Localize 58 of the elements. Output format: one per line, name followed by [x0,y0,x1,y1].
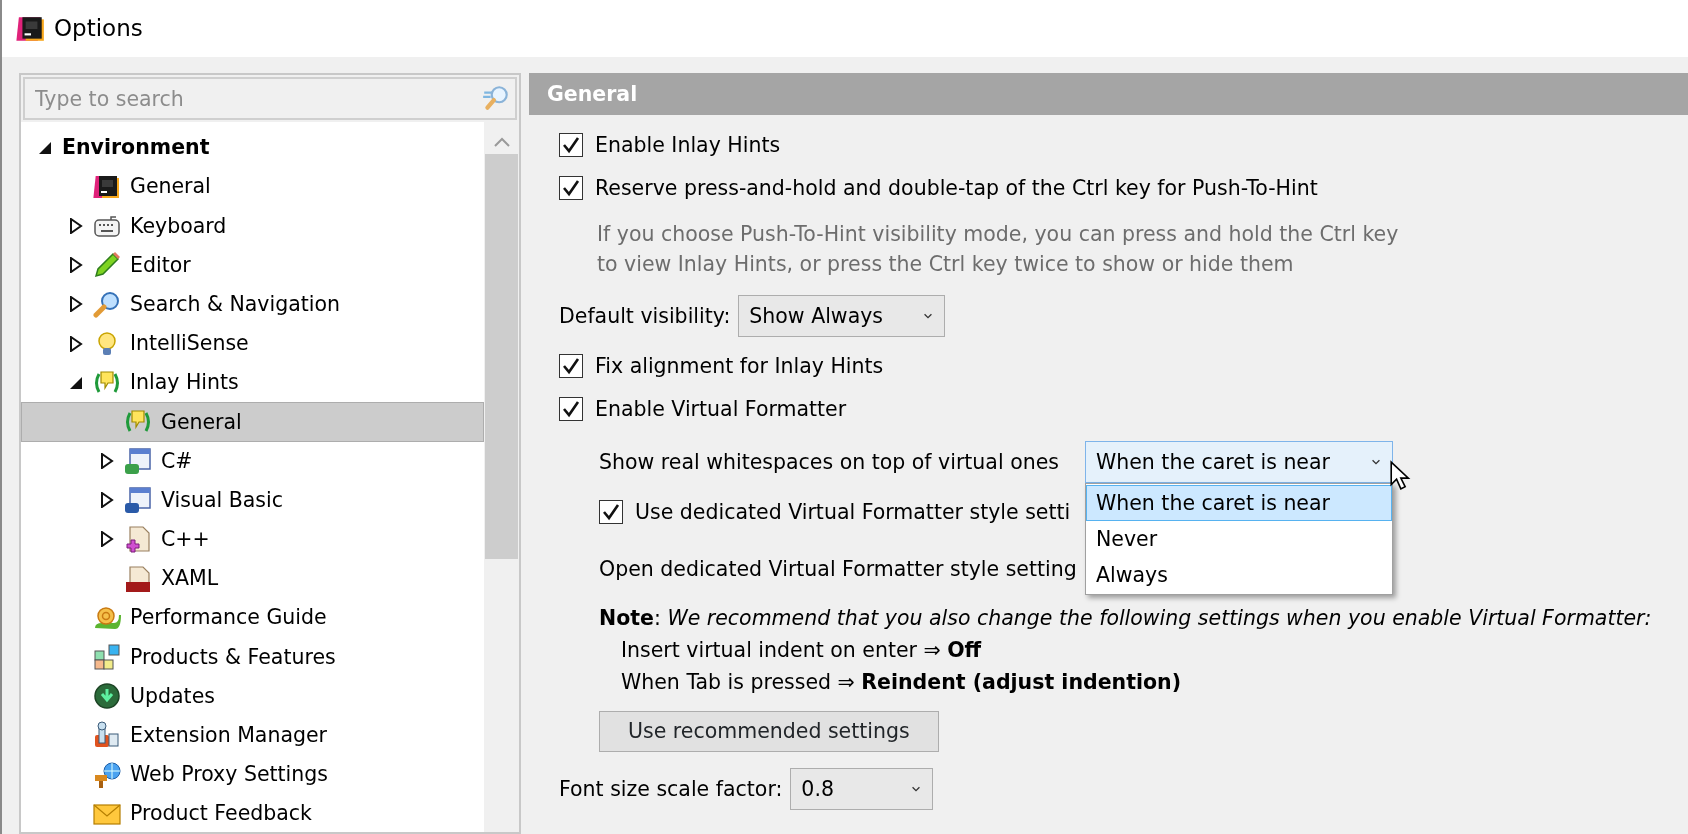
checkbox[interactable] [559,397,583,421]
search-icon [481,83,511,113]
checkbox-label[interactable]: Reserve press-and-hold and double-tap of the Ctrl key for Push-To-Hint [595,172,1318,204]
field-label: Default visibility: [559,302,731,330]
dropdown[interactable]: 0.8 [790,768,934,810]
tree-item[interactable]: XAML [21,559,484,599]
tree-item[interactable]: Product Feedback [21,794,484,832]
checkbox-label[interactable]: Enable Inlay Hints [595,129,781,161]
checkbox[interactable] [599,500,623,524]
tiles-icon [93,643,121,672]
download-icon [93,682,121,711]
note-text: Note: We recommend that you also change the following settings when you enable Virtual Formatter: [599,605,1653,632]
recommendation-text: When Tab is pressed ⇒ Reindent (adjust indention) [620,669,1183,696]
code-window-icon [124,486,152,515]
document-icon [124,564,152,593]
section-header: General [529,73,1688,115]
tree-item[interactable]: General [21,402,484,442]
tree-item[interactable]: Inlay Hints [21,363,484,403]
pencil-icon [93,251,121,280]
recommendation-text: Insert virtual indent on enter ⇒ Off [620,637,983,664]
wrench-icon [93,721,121,750]
checkbox[interactable] [559,176,583,200]
tree-item[interactable]: Search & Navigation [21,284,484,324]
hint-text: to view Inlay Hints, or press the Ctrl key twice to show or hide them [597,251,1295,278]
document-icon [124,525,152,554]
tree-item[interactable]: Editor [21,245,484,285]
tree-item[interactable]: Keyboard [21,206,484,246]
search-field[interactable]: Type to search [23,77,517,120]
dropdown[interactable]: Show Always [738,295,946,337]
tree-item[interactable]: C++ [21,519,484,560]
checkbox[interactable] [559,133,583,157]
window-title: Options [54,14,143,44]
tree-item[interactable]: Performance Guide [21,598,484,638]
tree-item[interactable]: IntelliSense [21,323,484,364]
dropdown-option[interactable]: Never [1085,521,1392,557]
tree-item[interactable]: Environment [21,128,484,168]
tree-item[interactable]: Updates [21,676,484,716]
option-text: Open dedicated Virtual Formatter style setting [599,555,1077,583]
field-label: Font size scale factor: [559,775,783,803]
tree-item[interactable]: Products & Features [21,637,484,677]
checkbox-label[interactable]: Use dedicated Virtual Formatter style setti [635,496,1071,528]
tree-item[interactable]: Visual Basic [21,480,484,520]
checkbox[interactable] [559,354,583,378]
dropdown-option[interactable]: When the caret is near [1085,485,1392,521]
tree-item[interactable]: Extension Manager [21,715,484,755]
checkbox-label[interactable]: Fix alignment for Inlay Hints [595,350,884,382]
hint-text: If you choose Push-To-Hint visibility mode, you can press and hold the Ctrl key [597,221,1400,248]
tree-item[interactable]: C# [21,441,484,481]
field-label: Show real whitespaces on top of virtual ones [599,448,1059,476]
dropdown-option[interactable]: Always [1085,557,1392,593]
recommended-settings-button[interactable]: Use recommended settings [599,711,939,752]
checkbox-label[interactable]: Enable Virtual Formatter [595,393,847,425]
tree-item[interactable]: General [21,167,484,207]
magnifier-icon [93,290,121,319]
plug-globe-icon [93,760,121,789]
code-window-icon [124,447,152,476]
tree-item[interactable]: Web Proxy Settings [21,755,484,795]
scrollbar-thumb[interactable] [485,154,518,559]
